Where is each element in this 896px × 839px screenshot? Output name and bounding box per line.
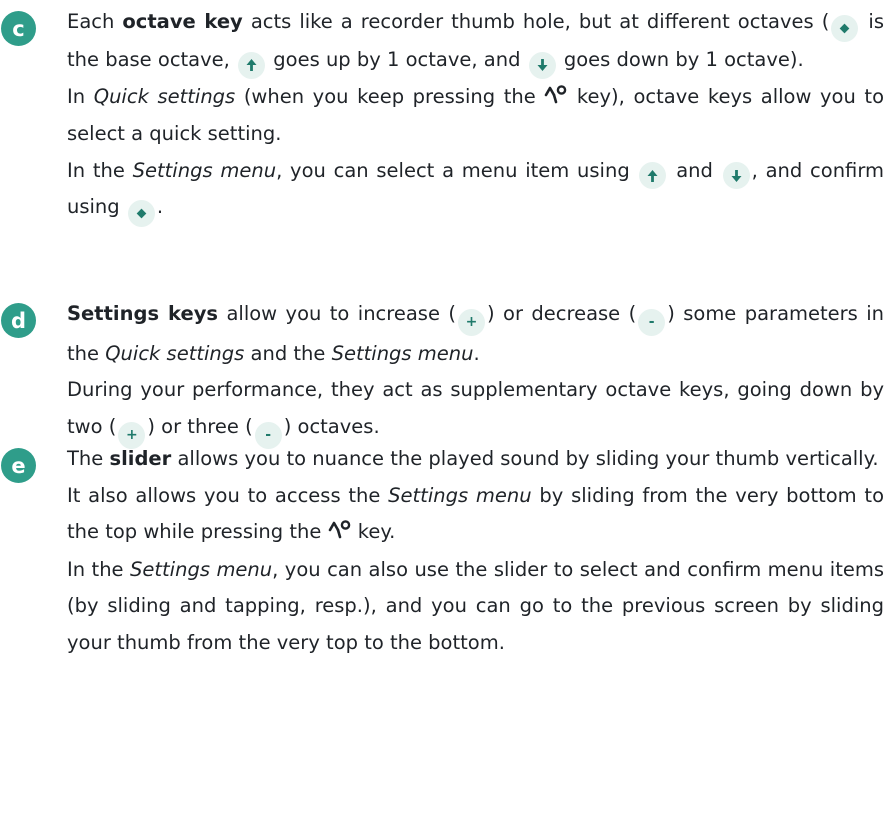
slider-access-paragraph: It also allows you to access the Setting… bbox=[67, 478, 884, 552]
function-key-glyph-icon bbox=[328, 515, 352, 552]
diamond-icon bbox=[831, 15, 859, 42]
octave-key-term: octave key bbox=[122, 10, 243, 33]
slider-term: slider bbox=[109, 447, 172, 470]
settings-menu-paragraph: In the Settings menu, you can select a m… bbox=[67, 153, 884, 227]
manual-page: c Each octave key acts like a recorder t… bbox=[0, 0, 896, 839]
section-d-text: Settings keys allow you to increase (+) … bbox=[67, 296, 884, 449]
settings-keys-paragraph: Settings keys allow you to increase (+) … bbox=[67, 302, 885, 365]
arrow-up-icon bbox=[639, 162, 667, 189]
section-badge-e: e bbox=[1, 448, 36, 483]
arrow-down-icon bbox=[528, 51, 556, 79]
settings-keys-term: Settings keys bbox=[67, 302, 219, 325]
diamond-icon bbox=[127, 200, 155, 227]
quick-settings-paragraph: In Quick settings (when you keep pressin… bbox=[67, 79, 884, 153]
quick-settings-term: Quick settings bbox=[93, 84, 236, 108]
performance-paragraph: During your performance, they act as sup… bbox=[67, 372, 884, 449]
section-e-text: The slider allows you to nuance the play… bbox=[67, 441, 884, 661]
function-key-glyph-icon bbox=[544, 80, 568, 117]
settings-menu-term: Settings menu bbox=[132, 158, 277, 182]
section-badge-c: c bbox=[1, 11, 36, 46]
arrow-up-icon bbox=[238, 51, 266, 79]
slider-menu-paragraph: In the Settings menu, you can also use t… bbox=[67, 557, 885, 654]
arrow-down-icon bbox=[722, 162, 750, 189]
minus-key-icon: - bbox=[638, 308, 666, 336]
section-badge-d: d bbox=[1, 303, 36, 338]
plus-key-icon: + bbox=[458, 308, 485, 336]
octave-key-paragraph: Each octave key acts like a recorder thu… bbox=[67, 4, 884, 79]
slider-paragraph: The slider allows you to nuance the play… bbox=[67, 447, 879, 470]
section-c-text: Each octave key acts like a recorder thu… bbox=[67, 4, 884, 227]
